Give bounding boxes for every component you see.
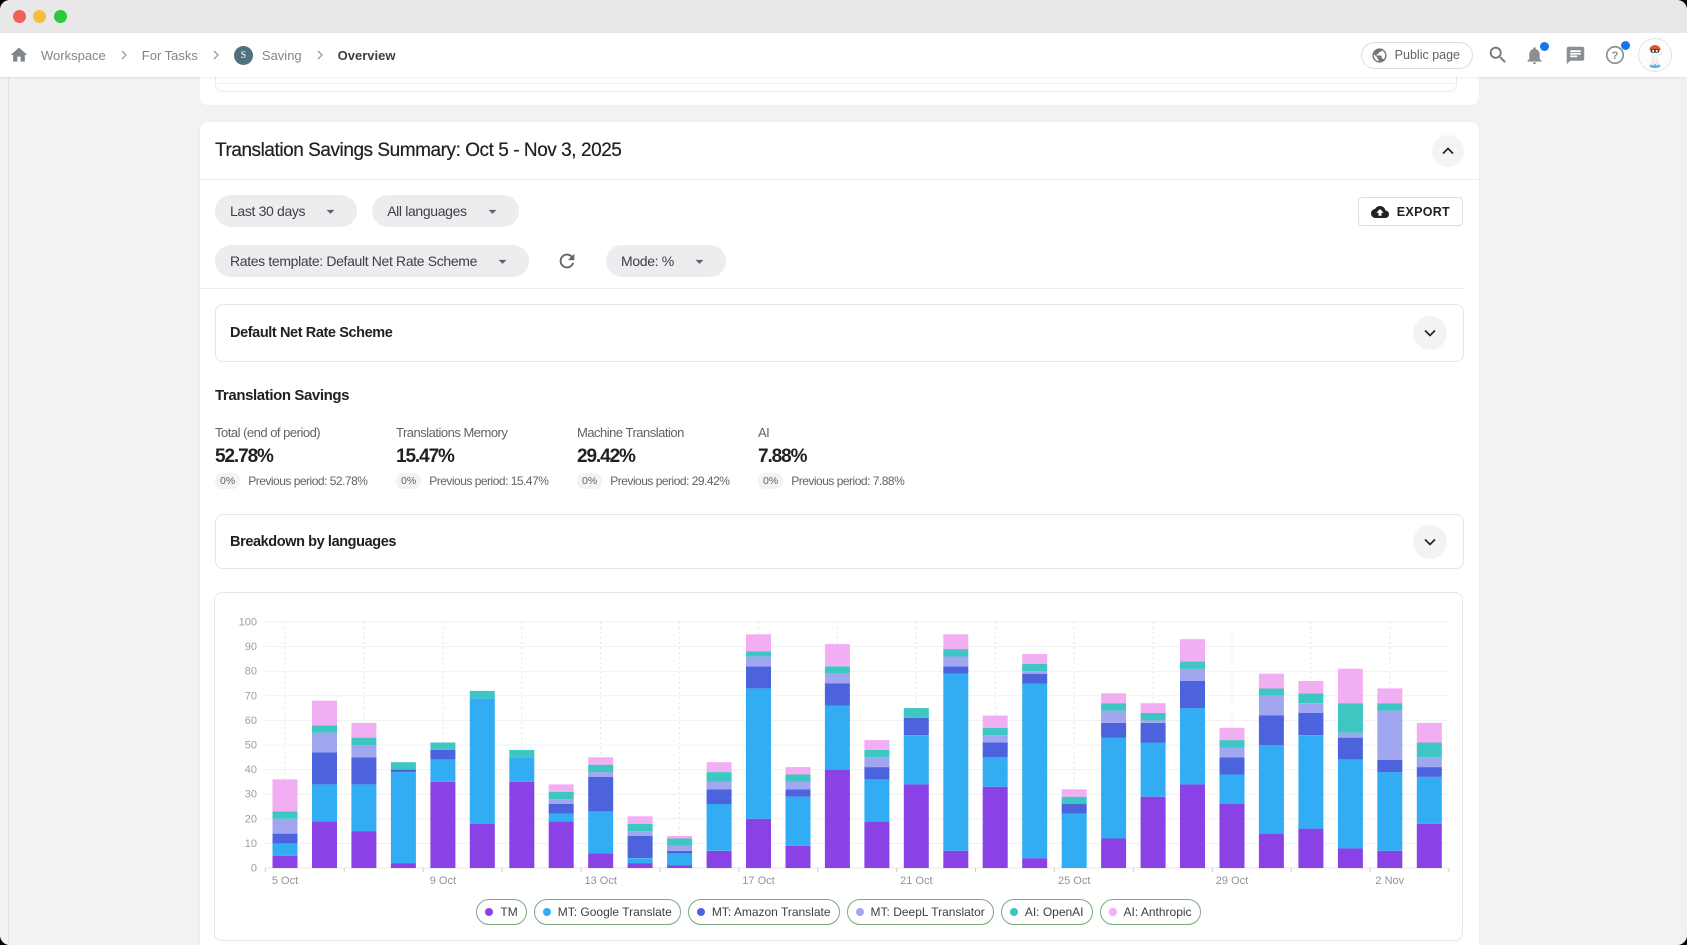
svg-text:?: ? xyxy=(1612,50,1619,62)
svg-text:10: 10 xyxy=(245,838,257,850)
svg-text:9 Oct: 9 Oct xyxy=(430,875,456,887)
svg-text:20: 20 xyxy=(245,813,257,825)
svg-text:0: 0 xyxy=(251,863,257,875)
svg-text:13 Oct: 13 Oct xyxy=(584,875,616,887)
svg-text:21 Oct: 21 Oct xyxy=(900,875,932,887)
svg-text:40: 40 xyxy=(245,764,257,776)
svg-text:17 Oct: 17 Oct xyxy=(742,875,774,887)
svg-text:60: 60 xyxy=(245,715,257,727)
svg-text:30: 30 xyxy=(245,789,257,801)
svg-text:100: 100 xyxy=(239,617,257,629)
svg-text:80: 80 xyxy=(245,666,257,678)
svg-text:5 Oct: 5 Oct xyxy=(272,875,298,887)
svg-text:90: 90 xyxy=(245,641,257,653)
svg-text:70: 70 xyxy=(245,690,257,702)
svg-text:2 Nov: 2 Nov xyxy=(1375,875,1404,887)
svg-text:50: 50 xyxy=(245,740,257,752)
svg-text:29 Oct: 29 Oct xyxy=(1216,875,1248,887)
svg-text:25 Oct: 25 Oct xyxy=(1058,875,1090,887)
